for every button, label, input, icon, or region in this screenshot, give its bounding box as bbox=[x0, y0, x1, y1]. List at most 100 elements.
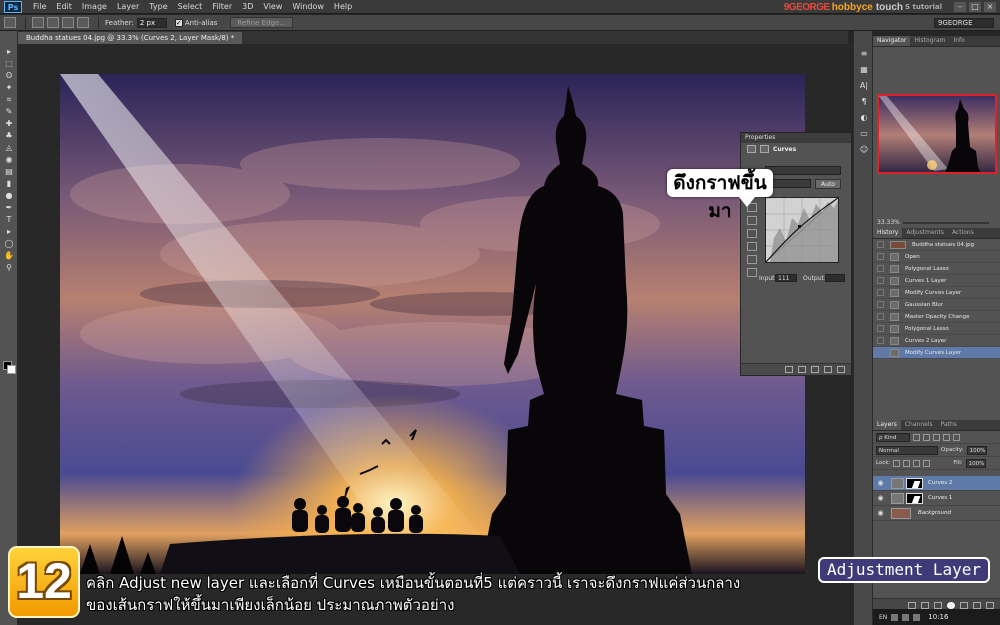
network-icon[interactable] bbox=[902, 613, 910, 621]
navigator-view-box[interactable] bbox=[877, 94, 997, 174]
layer-name[interactable]: Curves 1 bbox=[928, 495, 952, 501]
tab-channels[interactable]: Channels bbox=[901, 420, 937, 430]
minimize-button[interactable]: – bbox=[954, 2, 966, 12]
brush-tool-icon[interactable]: ♣ bbox=[3, 131, 15, 141]
delete-icon[interactable] bbox=[837, 366, 845, 373]
new-adjustment-layer-icon[interactable] bbox=[947, 601, 955, 609]
new-selection-icon[interactable] bbox=[32, 17, 44, 28]
history-item[interactable]: Curves 1 Layer bbox=[873, 275, 1000, 287]
layer-kind-filter[interactable]: ρ Kind bbox=[876, 432, 910, 442]
swatches-icon[interactable]: ▦ bbox=[858, 64, 870, 75]
eraser-tool-icon[interactable]: ▤ bbox=[3, 167, 15, 177]
history-item[interactable]: Modify Curves Layer bbox=[873, 287, 1000, 299]
language-indicator[interactable]: EN bbox=[879, 614, 887, 621]
shape-filter-icon[interactable] bbox=[943, 433, 950, 441]
background-color-swatch[interactable] bbox=[7, 365, 16, 374]
fill-field[interactable]: 100% bbox=[965, 458, 986, 468]
history-brush-source-icon[interactable] bbox=[877, 277, 884, 284]
antialias-checkbox[interactable]: ✓ bbox=[174, 18, 183, 27]
document-canvas[interactable] bbox=[60, 74, 805, 574]
history-brush-source-icon[interactable] bbox=[877, 241, 884, 248]
gray-point-eyedropper-icon[interactable] bbox=[747, 229, 757, 238]
tab-histogram[interactable]: Histogram bbox=[910, 36, 949, 46]
history-brush-tool-icon[interactable]: ◉ bbox=[3, 155, 15, 165]
history-item[interactable]: Polygonal Lasso bbox=[873, 263, 1000, 275]
clone-stamp-tool-icon[interactable]: ◬ bbox=[3, 143, 15, 153]
curve-edit-icon[interactable] bbox=[747, 255, 757, 264]
pencil-edit-icon[interactable] bbox=[747, 268, 757, 277]
move-tool-icon[interactable]: ▸ bbox=[3, 47, 15, 57]
layer-name[interactable]: Background bbox=[918, 510, 951, 516]
menu-type[interactable]: Type bbox=[144, 0, 172, 14]
layer-mask-icon[interactable] bbox=[760, 145, 769, 153]
visibility-eye-icon[interactable]: ◉ bbox=[876, 479, 885, 487]
history-item[interactable]: Open bbox=[873, 251, 1000, 263]
menu-3d[interactable]: 3D bbox=[237, 0, 258, 14]
menu-image[interactable]: Image bbox=[77, 0, 112, 14]
tab-actions[interactable]: Actions bbox=[948, 228, 978, 238]
quick-select-tool-icon[interactable]: ✦ bbox=[3, 83, 15, 93]
navigator-zoom[interactable]: 33.33% bbox=[877, 219, 900, 226]
tray-icon[interactable] bbox=[891, 613, 899, 621]
layer-row[interactable]: ◉ Curves 1 bbox=[873, 491, 1000, 506]
link-layers-icon[interactable] bbox=[908, 601, 916, 609]
eyedropper-tool-icon[interactable]: ✎ bbox=[3, 107, 15, 117]
blur-tool-icon[interactable]: ● bbox=[3, 191, 15, 201]
close-button[interactable]: × bbox=[984, 2, 996, 12]
maximize-button[interactable]: □ bbox=[969, 2, 981, 12]
document-tab[interactable]: Buddha statues 04.jpg @ 33.3% (Curves 2,… bbox=[18, 32, 243, 44]
feather-input[interactable]: 2 px bbox=[136, 17, 167, 28]
tab-paths[interactable]: Paths bbox=[937, 420, 961, 430]
history-item-current[interactable]: Modify Curves Layer bbox=[873, 347, 1000, 359]
input-field[interactable]: 111 bbox=[775, 274, 797, 282]
auto-button[interactable]: Auto bbox=[815, 179, 841, 189]
history-item[interactable]: Master Opacity Change bbox=[873, 311, 1000, 323]
black-point-eyedropper-icon[interactable] bbox=[747, 216, 757, 225]
menu-filter[interactable]: Filter bbox=[207, 0, 237, 14]
visibility-eye-icon[interactable]: ◉ bbox=[876, 494, 885, 502]
pen-tool-icon[interactable]: ✒ bbox=[3, 203, 15, 213]
smart-object-filter-icon[interactable] bbox=[953, 433, 960, 441]
history-brush-source-icon[interactable] bbox=[877, 313, 884, 320]
layer-mask-thumbnail[interactable] bbox=[906, 477, 923, 489]
layer-row[interactable]: ◉ Curves 2 bbox=[873, 476, 1000, 491]
brush-presets-icon[interactable]: ▭ bbox=[858, 128, 870, 139]
healing-tool-icon[interactable]: ✚ bbox=[3, 119, 15, 129]
history-brush-source-icon[interactable] bbox=[877, 289, 884, 296]
delete-layer-icon[interactable] bbox=[986, 601, 994, 609]
marquee-tool-icon[interactable]: ⬚ bbox=[3, 59, 15, 69]
crop-tool-icon[interactable]: ⌗ bbox=[3, 95, 15, 105]
intersect-selection-icon[interactable] bbox=[77, 17, 89, 28]
lasso-tool-icon[interactable] bbox=[4, 17, 16, 28]
character-icon[interactable]: A| bbox=[858, 80, 870, 91]
subtract-selection-icon[interactable] bbox=[62, 17, 74, 28]
menu-window[interactable]: Window bbox=[287, 0, 329, 14]
menu-help[interactable]: Help bbox=[329, 0, 357, 14]
adjustment-filter-icon[interactable] bbox=[923, 433, 930, 441]
visibility-icon[interactable] bbox=[824, 366, 832, 373]
view-previous-icon[interactable] bbox=[798, 366, 806, 373]
styles-icon[interactable]: ◐ bbox=[858, 112, 870, 123]
clip-to-layer-icon[interactable] bbox=[785, 366, 793, 373]
menu-select[interactable]: Select bbox=[173, 0, 208, 14]
history-brush-source-icon[interactable] bbox=[877, 301, 884, 308]
volume-icon[interactable] bbox=[913, 613, 921, 621]
gradient-tool-icon[interactable]: ▮ bbox=[3, 179, 15, 189]
pixel-filter-icon[interactable] bbox=[913, 433, 920, 441]
menu-view[interactable]: View bbox=[258, 0, 287, 14]
new-group-icon[interactable] bbox=[960, 601, 968, 609]
add-selection-icon[interactable] bbox=[47, 17, 59, 28]
menu-edit[interactable]: Edit bbox=[51, 0, 77, 14]
history-brush-source-icon[interactable] bbox=[877, 325, 884, 332]
output-field[interactable] bbox=[825, 274, 845, 282]
workspace-select[interactable]: 9GEORGE bbox=[934, 18, 994, 28]
history-item[interactable]: Gaussian Blur bbox=[873, 299, 1000, 311]
tab-layers[interactable]: Layers bbox=[873, 420, 901, 430]
menu-file[interactable]: File bbox=[28, 0, 51, 14]
history-brush-source-icon[interactable] bbox=[877, 253, 884, 260]
reset-icon[interactable] bbox=[811, 366, 819, 373]
navigator-zoom-slider[interactable] bbox=[903, 222, 989, 224]
type-tool-icon[interactable]: T bbox=[3, 215, 15, 225]
white-point-eyedropper-icon[interactable] bbox=[747, 242, 757, 251]
zoom-tool-icon[interactable]: ⚲ bbox=[3, 263, 15, 273]
